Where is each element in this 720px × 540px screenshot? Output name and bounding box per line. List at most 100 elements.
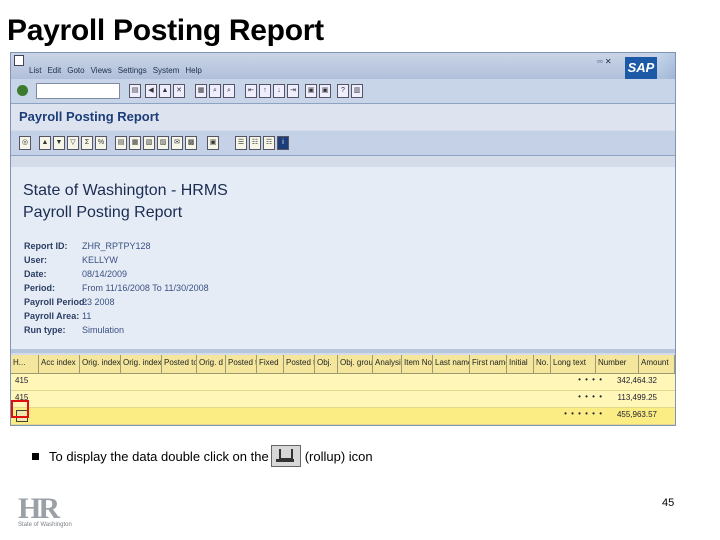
- col-header[interactable]: Obj.: [315, 355, 338, 373]
- shortcut-icon[interactable]: ▣: [319, 84, 331, 98]
- col-header[interactable]: Orig. index: [80, 355, 121, 373]
- highlight-box: [11, 400, 29, 418]
- print-preview-icon[interactable]: ▤: [115, 136, 127, 150]
- row-dots: • • • •: [578, 392, 603, 401]
- col-header[interactable]: First name: [470, 355, 507, 373]
- save-icon[interactable]: ▤: [129, 84, 141, 98]
- select-layout-icon[interactable]: ☷: [249, 136, 261, 150]
- print-icon[interactable]: ▦: [195, 84, 207, 98]
- col-header[interactable]: Posted to: [226, 355, 257, 373]
- field-value: KELLYW: [82, 255, 118, 265]
- grid-header: H... Acc index Orig. index Orig. index P…: [11, 355, 675, 374]
- window-title: Payroll Posting Report: [19, 109, 160, 124]
- system-menu-icon[interactable]: [14, 55, 24, 66]
- row-dots: • • • •: [578, 375, 603, 384]
- excel-icon[interactable]: ▦: [129, 136, 141, 150]
- menu-bar: List Edit Goto Views Settings System Hel…: [11, 53, 675, 101]
- hr-logo-text: HR: [18, 492, 60, 525]
- col-header[interactable]: Long text: [551, 355, 596, 373]
- instruction-text-after: (rollup) icon: [304, 448, 373, 464]
- save-layout-icon[interactable]: ☶: [263, 136, 275, 150]
- col-header[interactable]: H...: [11, 355, 39, 373]
- col-header[interactable]: Amount: [639, 355, 675, 373]
- field-label: Payroll Area:: [24, 311, 80, 321]
- graphic-icon[interactable]: ▩: [185, 136, 197, 150]
- hr-logo: HR State of Washington: [18, 492, 72, 529]
- field-value: From 11/16/2008 To 11/30/2008: [82, 283, 209, 293]
- report-grid: H... Acc index Orig. index Orig. index P…: [11, 355, 675, 425]
- local-file-icon[interactable]: ▨: [157, 136, 169, 150]
- slide-title: Payroll Posting Report: [7, 14, 324, 47]
- table-row-total[interactable]: • • • • • • 455,963.57: [11, 408, 675, 425]
- menu-list[interactable]: List: [29, 66, 41, 75]
- row-amount: 113,499.25: [617, 393, 657, 402]
- first-page-icon[interactable]: ⇤: [245, 84, 257, 98]
- sort-descending-icon[interactable]: ▼: [53, 136, 65, 150]
- sap-window: List Edit Goto Views Settings System Hel…: [10, 52, 676, 426]
- col-header[interactable]: Orig. d: [197, 355, 226, 373]
- menu-edit[interactable]: Edit: [47, 66, 61, 75]
- field-label: Payroll Period:: [24, 297, 88, 307]
- field-label: Date:: [24, 269, 47, 279]
- help-icon[interactable]: ?: [337, 84, 349, 98]
- word-icon[interactable]: ▧: [143, 136, 155, 150]
- mail-icon[interactable]: ✉: [171, 136, 183, 150]
- field-value: 23 2008: [82, 297, 115, 307]
- find-next-icon[interactable]: ⌕: [223, 84, 235, 98]
- col-header[interactable]: Last name: [433, 355, 470, 373]
- field-label: Period:: [24, 283, 56, 293]
- instruction-text-before: To display the data double click on the: [49, 448, 269, 464]
- rollup-icon: [270, 445, 301, 467]
- splitter-bar[interactable]: [11, 349, 675, 353]
- layout-icon[interactable]: ▥: [351, 84, 363, 98]
- col-header[interactable]: Acc index: [39, 355, 80, 373]
- next-page-icon[interactable]: ↓: [273, 84, 285, 98]
- field-value: ZHR_RPTPY128: [82, 241, 151, 251]
- menu-help[interactable]: Help: [185, 66, 201, 75]
- table-row[interactable]: 415 • • • • 113,499.25: [11, 391, 675, 408]
- report-header: State of Washington - HRMS Payroll Posti…: [11, 167, 675, 349]
- col-header[interactable]: Number: [596, 355, 639, 373]
- change-layout-icon[interactable]: ☰: [235, 136, 247, 150]
- field-label: Run type:: [24, 325, 66, 335]
- instruction-bullet: To display the data double click on the …: [32, 445, 373, 467]
- field-value: 11: [82, 311, 92, 321]
- last-page-icon[interactable]: ⇥: [287, 84, 299, 98]
- info-icon[interactable]: i: [277, 136, 289, 150]
- row-dots: • • • • • •: [564, 409, 603, 418]
- sort-ascending-icon[interactable]: ▲: [39, 136, 51, 150]
- row-amount: 342,464.32: [616, 376, 657, 385]
- new-session-icon[interactable]: ▣: [305, 84, 317, 98]
- col-header[interactable]: Item No.: [402, 355, 433, 373]
- subtotal-icon[interactable]: %: [95, 136, 107, 150]
- find-icon[interactable]: ⌕: [209, 84, 221, 98]
- col-header[interactable]: No.: [534, 355, 551, 373]
- window-controls-icon[interactable]: ▫▫ ✕: [597, 57, 612, 66]
- abc-analysis-icon[interactable]: ▣: [207, 136, 219, 150]
- back-icon[interactable]: ◀: [145, 84, 157, 98]
- row-index: 415: [15, 376, 29, 385]
- col-header[interactable]: Initial: [507, 355, 534, 373]
- col-header[interactable]: Posted to: [162, 355, 197, 373]
- details-icon[interactable]: ◎: [19, 136, 31, 150]
- enter-check-icon[interactable]: [17, 85, 28, 96]
- report-heading-name: Payroll Posting Report: [23, 204, 183, 221]
- exit-icon[interactable]: ▲: [159, 84, 171, 98]
- menu-settings[interactable]: Settings: [118, 66, 147, 75]
- col-header[interactable]: Obj. group: [338, 355, 373, 373]
- command-field[interactable]: [36, 83, 120, 99]
- menu-views[interactable]: Views: [91, 66, 112, 75]
- sum-icon[interactable]: Σ: [81, 136, 93, 150]
- col-header[interactable]: Orig. index: [121, 355, 162, 373]
- prev-page-icon[interactable]: ↑: [259, 84, 271, 98]
- menu-system[interactable]: System: [153, 66, 180, 75]
- filter-icon[interactable]: ▽: [67, 136, 79, 150]
- field-value: Simulation: [82, 325, 125, 335]
- col-header[interactable]: Posted to: [284, 355, 315, 373]
- table-row[interactable]: 415 • • • • 342,464.32: [11, 374, 675, 391]
- hr-logo-subtext: State of Washington: [18, 522, 72, 528]
- menu-goto[interactable]: Goto: [67, 66, 84, 75]
- col-header[interactable]: Fixed: [257, 355, 284, 373]
- cancel-icon[interactable]: ✕: [173, 84, 185, 98]
- col-header[interactable]: Analysis: [373, 355, 402, 373]
